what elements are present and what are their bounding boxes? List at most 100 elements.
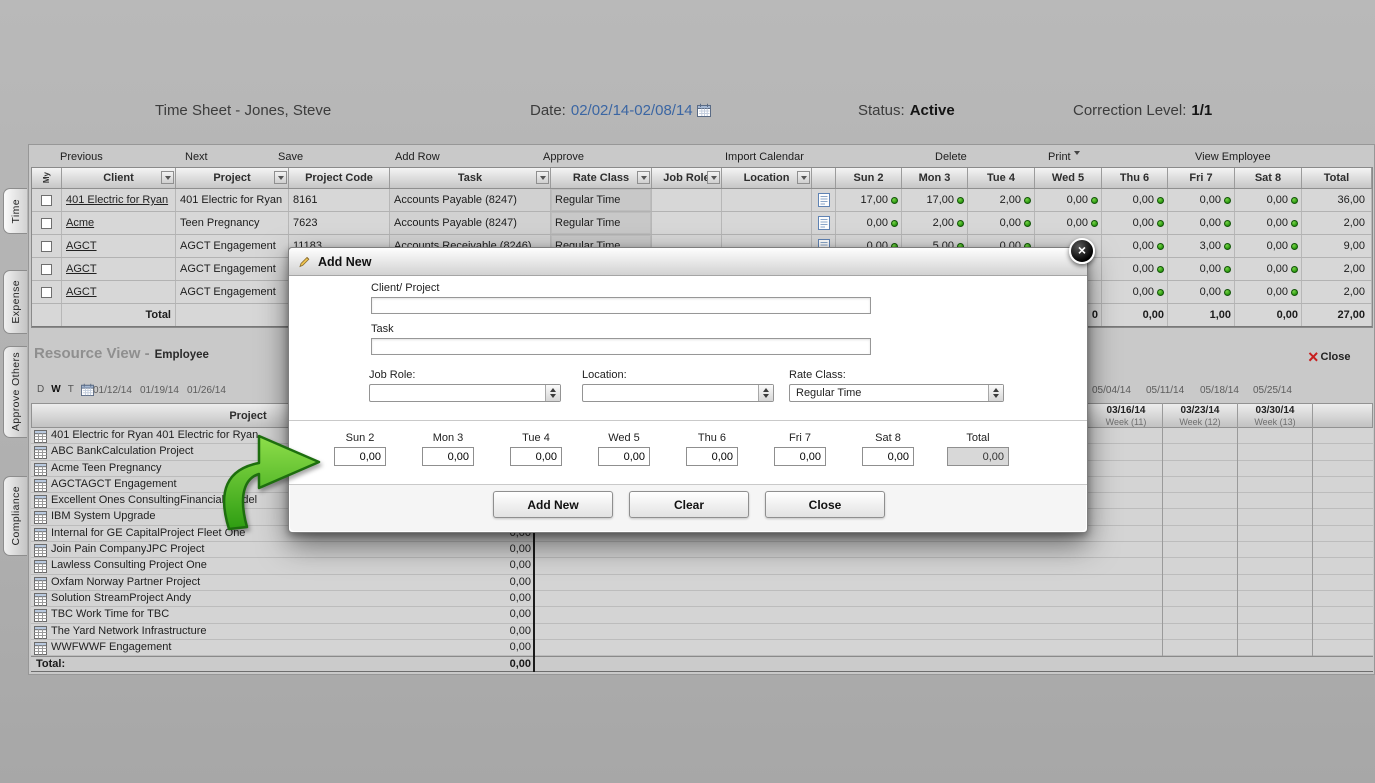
- side-tab-compliance[interactable]: Compliance: [3, 476, 27, 556]
- toolbar-print[interactable]: Print: [1048, 151, 1080, 163]
- day-cell-fri-7[interactable]: 3,00: [1168, 235, 1235, 257]
- row-checkbox[interactable]: [41, 287, 52, 298]
- filter-dropdown-icon[interactable]: [707, 171, 720, 184]
- day-cell-fri-7[interactable]: 0,00: [1168, 281, 1235, 303]
- job-role-cell[interactable]: [652, 189, 722, 211]
- row-checkbox[interactable]: [41, 264, 52, 275]
- column-header-total[interactable]: Total: [1302, 168, 1372, 188]
- day-cell-tue-4[interactable]: 2,00: [968, 189, 1035, 211]
- day-cell-thu-6[interactable]: 0,00: [1102, 258, 1168, 280]
- week-link-01-12-14[interactable]: 01/12/14: [93, 385, 132, 396]
- column-header-task[interactable]: Task: [390, 168, 551, 188]
- day-cell-fri-7[interactable]: 0,00: [1168, 258, 1235, 280]
- filter-dropdown-icon[interactable]: [637, 171, 650, 184]
- column-header-thu-6[interactable]: Thu 6: [1102, 168, 1168, 188]
- rate-class-cell[interactable]: Regular Time: [551, 189, 652, 211]
- resource-row[interactable]: Lawless Consulting Project One0,00: [31, 558, 1373, 574]
- client-link[interactable]: AGCT: [66, 286, 97, 298]
- client-link[interactable]: AGCT: [66, 263, 97, 275]
- resource-row[interactable]: Join Pain CompanyJPC Project0,00: [31, 542, 1373, 558]
- toolbar-previous[interactable]: Previous: [60, 151, 103, 163]
- dialog-close-button[interactable]: ×: [1069, 238, 1095, 264]
- day-cell-fri-7[interactable]: 0,00: [1168, 212, 1235, 234]
- column-header-fri-7[interactable]: Fri 7: [1168, 168, 1235, 188]
- day-cell-wed-5[interactable]: 0,00: [1035, 189, 1102, 211]
- rate-class-select[interactable]: Regular Time: [789, 384, 1004, 402]
- location-cell[interactable]: [722, 212, 812, 234]
- week-column-header[interactable]: 03/30/14Week (13): [1238, 406, 1312, 427]
- toolbar-import-calendar[interactable]: Import Calendar: [725, 151, 804, 163]
- column-header-rate-class[interactable]: Rate Class: [551, 168, 652, 188]
- task-cell[interactable]: Accounts Payable (8247): [390, 189, 551, 211]
- row-checkbox[interactable]: [41, 241, 52, 252]
- row-checkbox[interactable]: [41, 195, 52, 206]
- filter-dropdown-icon[interactable]: [161, 171, 174, 184]
- side-tab-approve-others[interactable]: Approve Others: [3, 346, 27, 438]
- location-cell[interactable]: [722, 189, 812, 211]
- day-cell-sun-2[interactable]: 0,00: [836, 212, 902, 234]
- filter-dropdown-icon[interactable]: [797, 171, 810, 184]
- resource-view-close-button[interactable]: × Close: [1308, 350, 1350, 364]
- week-link-01-19-14[interactable]: 01/19/14: [140, 385, 179, 396]
- job-role-select[interactable]: [369, 384, 561, 402]
- dialog-add-new-button[interactable]: Add New: [493, 491, 613, 518]
- week-column-header[interactable]: 03/23/14Week (12): [1163, 406, 1237, 427]
- column-header-sat-8[interactable]: Sat 8: [1235, 168, 1302, 188]
- client-link[interactable]: 401 Electric for Ryan: [66, 194, 168, 206]
- day-cell-thu-6[interactable]: 0,00: [1102, 281, 1168, 303]
- dialog-day-input-wed-5[interactable]: [598, 447, 650, 466]
- dialog-clear-button[interactable]: Clear: [629, 491, 749, 518]
- toolbar-next[interactable]: Next: [185, 151, 208, 163]
- dialog-day-input-fri-7[interactable]: [774, 447, 826, 466]
- resource-row[interactable]: WWFWWF Engagement0,00: [31, 640, 1373, 656]
- dialog-day-input-sat-8[interactable]: [862, 447, 914, 466]
- toolbar-add-row[interactable]: Add Row: [395, 151, 440, 163]
- side-tab-time[interactable]: Time: [3, 188, 27, 234]
- client-project-input[interactable]: [371, 297, 871, 314]
- note-icon[interactable]: [817, 192, 831, 208]
- resource-row[interactable]: Solution StreamProject Andy0,00: [31, 591, 1373, 607]
- day-cell-sat-8[interactable]: 0,00: [1235, 258, 1302, 280]
- date-value[interactable]: 02/02/14-02/08/14: [571, 102, 693, 119]
- toolbar-delete[interactable]: Delete: [935, 151, 967, 163]
- week-link-05-11-14[interactable]: 05/11/14: [1146, 385, 1184, 396]
- note-icon[interactable]: [817, 215, 831, 231]
- week-column-header[interactable]: 03/16/14Week (11): [1089, 406, 1163, 427]
- day-cell-thu-6[interactable]: 0,00: [1102, 235, 1168, 257]
- week-link-01-26-14[interactable]: 01/26/14: [187, 385, 226, 396]
- day-cell-wed-5[interactable]: 0,00: [1035, 212, 1102, 234]
- job-role-cell[interactable]: [652, 212, 722, 234]
- week-link-05-18-14[interactable]: 05/18/14: [1200, 385, 1239, 396]
- resource-row[interactable]: Oxfam Norway Partner Project0,00: [31, 575, 1373, 591]
- week-link-05-25-14[interactable]: 05/25/14: [1253, 385, 1292, 396]
- dialog-day-input-mon-3[interactable]: [422, 447, 474, 466]
- toolbar-approve[interactable]: Approve: [543, 151, 584, 163]
- side-tab-expense[interactable]: Expense: [3, 270, 27, 334]
- dialog-day-input-tue-4[interactable]: [510, 447, 562, 466]
- filter-dropdown-icon[interactable]: [274, 171, 287, 184]
- client-link[interactable]: Acme: [66, 217, 94, 229]
- day-cell-sat-8[interactable]: 0,00: [1235, 235, 1302, 257]
- column-header-location[interactable]: Location: [722, 168, 812, 188]
- day-cell-tue-4[interactable]: 0,00: [968, 212, 1035, 234]
- day-cell-sat-8[interactable]: 0,00: [1235, 212, 1302, 234]
- column-header-sun-2[interactable]: Sun 2: [836, 168, 902, 188]
- toolbar-view-employee[interactable]: View Employee: [1195, 151, 1271, 163]
- dialog-close-footer-button[interactable]: Close: [765, 491, 885, 518]
- column-header-tue-4[interactable]: Tue 4: [968, 168, 1035, 188]
- dialog-day-input-sun-2[interactable]: [334, 447, 386, 466]
- column-header-client[interactable]: Client: [62, 168, 176, 188]
- column-header-mon-3[interactable]: Mon 3: [902, 168, 968, 188]
- task-cell[interactable]: Accounts Payable (8247): [390, 212, 551, 234]
- location-select[interactable]: [582, 384, 774, 402]
- column-header-project-code[interactable]: Project Code: [289, 168, 390, 188]
- toolbar-save[interactable]: Save: [278, 151, 303, 163]
- day-cell-sat-8[interactable]: 0,00: [1235, 189, 1302, 211]
- day-cell-sun-2[interactable]: 17,00: [836, 189, 902, 211]
- day-cell-fri-7[interactable]: 0,00: [1168, 189, 1235, 211]
- rate-class-cell[interactable]: Regular Time: [551, 212, 652, 234]
- day-cell-sat-8[interactable]: 0,00: [1235, 281, 1302, 303]
- task-input[interactable]: [371, 338, 871, 355]
- resource-row[interactable]: TBC Work Time for TBC0,00: [31, 607, 1373, 623]
- day-cell-mon-3[interactable]: 2,00: [902, 212, 968, 234]
